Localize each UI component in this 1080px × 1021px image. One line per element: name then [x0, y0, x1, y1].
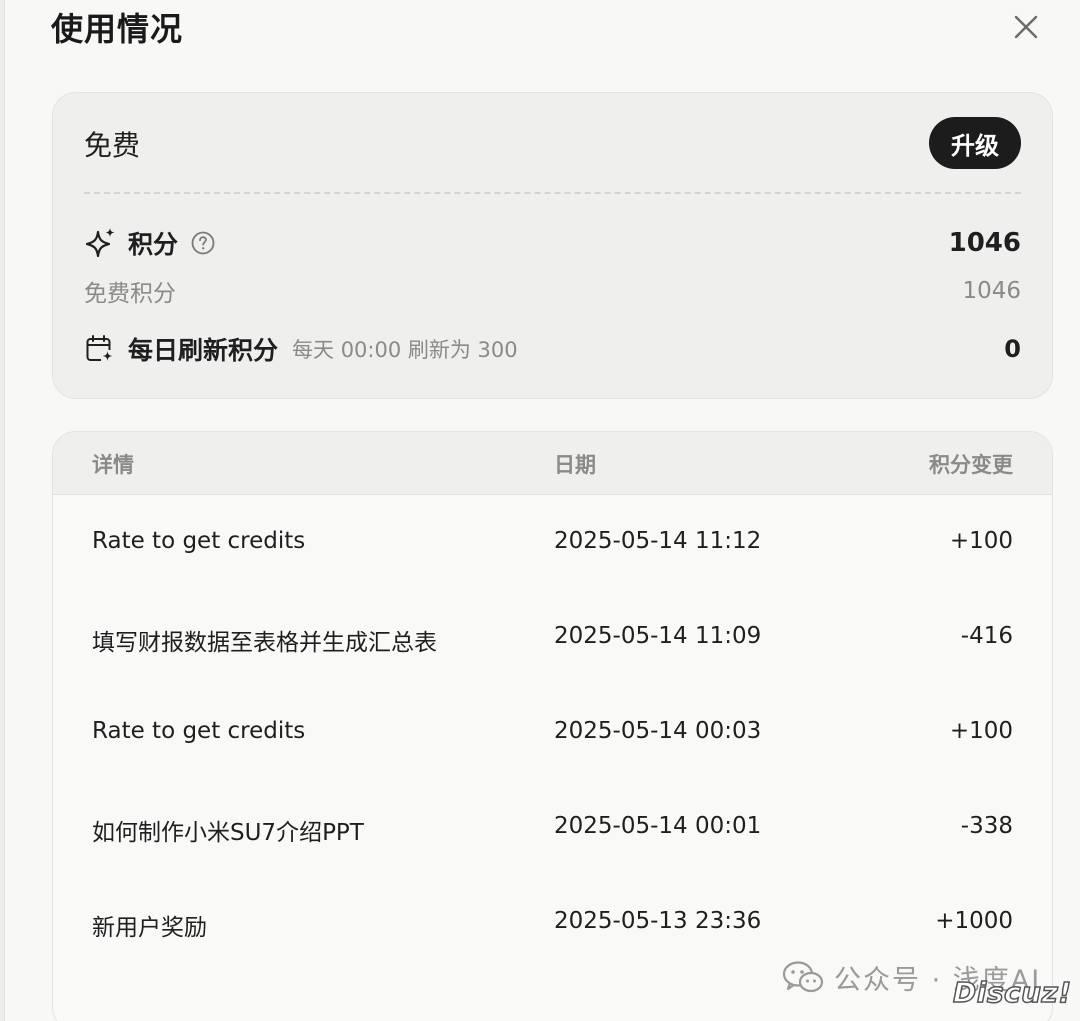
close-icon [1014, 15, 1038, 39]
help-icon [191, 231, 215, 255]
usage-panel: 使用情况 免费 升级 积分 1046 免费积分 1046 每日刷新积分 每天 0… [0, 0, 1080, 1021]
credits-value: 1046 [948, 228, 1021, 258]
panel-left-edge [0, 0, 5, 1021]
row-detail: 填写财报数据至表格并生成汇总表 [92, 630, 437, 656]
row-change: +1000 [935, 908, 1013, 934]
row-detail: Rate to get credits [92, 528, 306, 554]
wechat-icon [782, 960, 824, 996]
free-credits-row: 免费积分 1046 [84, 273, 1021, 309]
table-header: 详情 日期 积分变更 [53, 432, 1052, 495]
row-detail: 新用户奖励 [92, 915, 207, 941]
plan-name: 免费 [84, 129, 141, 162]
row-change: -338 [960, 813, 1013, 839]
table-row: 如何制作小米SU7介绍PPT 2025-05-14 00:01 -338 [53, 780, 1052, 875]
credits-label: 积分 [128, 230, 179, 259]
daily-refresh-label: 每日刷新积分 [128, 336, 279, 365]
row-date: 2025-05-13 23:36 [554, 908, 762, 934]
column-header-change: 积分变更 [929, 453, 1013, 477]
upgrade-button[interactable]: 升级 [929, 117, 1021, 169]
dashed-divider [84, 192, 1021, 194]
row-change: +100 [949, 528, 1013, 554]
close-button[interactable] [1005, 6, 1047, 48]
column-header-detail: 详情 [92, 453, 134, 477]
column-header-date: 日期 [554, 453, 596, 477]
row-date: 2025-05-14 11:09 [554, 623, 762, 649]
page-title: 使用情况 [51, 10, 184, 48]
row-date: 2025-05-14 00:03 [554, 718, 762, 744]
credits-row: 积分 1046 [84, 223, 1021, 263]
discuz-watermark-logo: Discuz! [952, 975, 1072, 1010]
table-row: Rate to get credits 2025-05-14 00:03 +10… [53, 685, 1052, 780]
credits-history-table: 详情 日期 积分变更 Rate to get credits 2025-05-1… [52, 431, 1053, 1021]
table-row: 新用户奖励 2025-05-13 23:36 +1000 [53, 875, 1052, 970]
daily-refresh-row: 每日刷新积分 每天 00:00 刷新为 300 0 [84, 329, 1021, 369]
row-change: +100 [949, 718, 1013, 744]
row-change: -416 [960, 623, 1013, 649]
plan-card: 免费 升级 积分 1046 免费积分 1046 每日刷新积分 每天 00:00 … [52, 92, 1053, 399]
calendar-refresh-icon [86, 335, 114, 363]
sparkle-icon [85, 228, 115, 258]
table-row: Rate to get credits 2025-05-14 11:12 +10… [53, 495, 1052, 590]
free-credits-label: 免费积分 [84, 281, 176, 307]
row-date: 2025-05-14 11:12 [554, 528, 762, 554]
row-detail: Rate to get credits [92, 718, 306, 744]
daily-refresh-description: 每天 00:00 刷新为 300 [292, 338, 518, 362]
table-body: Rate to get credits 2025-05-14 11:12 +10… [53, 495, 1052, 970]
daily-refresh-value: 0 [1004, 335, 1021, 363]
credits-help-button[interactable] [190, 230, 216, 256]
free-credits-value: 1046 [962, 278, 1021, 304]
table-row: 填写财报数据至表格并生成汇总表 2025-05-14 11:09 -416 [53, 590, 1052, 685]
row-detail: 如何制作小米SU7介绍PPT [92, 820, 364, 846]
row-date: 2025-05-14 00:01 [554, 813, 762, 839]
